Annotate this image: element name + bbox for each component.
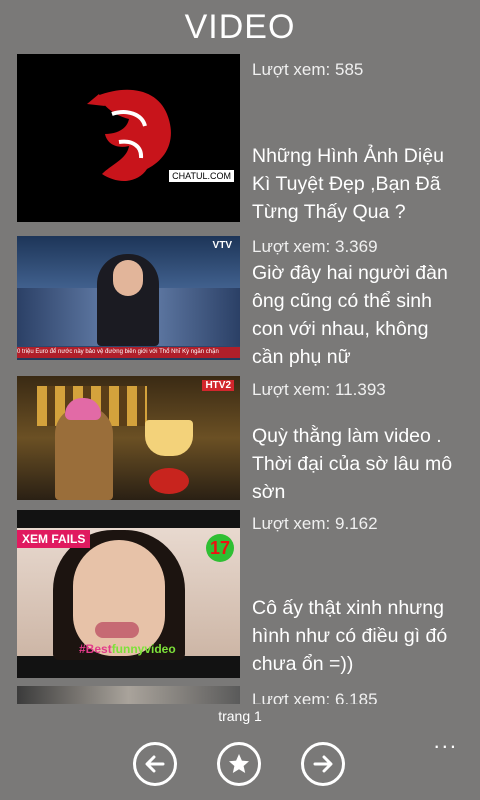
video-item[interactable]: CHATUL.COM Lượt xem: 585 Những Hình Ảnh …	[0, 54, 480, 224]
flower-vase	[149, 468, 189, 494]
lamp	[145, 420, 193, 456]
video-list[interactable]: CHATUL.COM Lượt xem: 585 Những Hình Ảnh …	[0, 54, 480, 704]
video-thumbnail[interactable]: HTV2	[17, 376, 240, 500]
video-title[interactable]: Những Hình Ảnh Diệu Kì Tuyệt Đẹp ,Bạn Đã…	[252, 142, 462, 226]
view-count: Lượt xem: 6.185	[252, 690, 378, 704]
favorite-button[interactable]	[217, 742, 261, 786]
view-count: Lượt xem: 585	[252, 60, 364, 79]
person-hair	[65, 398, 101, 420]
face	[73, 540, 165, 656]
video-item[interactable]: HTV2 Lượt xem: 11.393 Quỳ thằng làm vide…	[0, 376, 480, 503]
page-title: VIDEO	[184, 8, 296, 46]
video-thumbnail[interactable]: CHATUL.COM	[17, 54, 240, 222]
channel-logo: HTV2	[202, 380, 234, 391]
lips	[95, 622, 139, 638]
news-ticker: 0 triệu Euro để nước này bảo vệ đường bi…	[17, 347, 240, 358]
video-title[interactable]: Quỳ thằng làm video . Thời đại của sờ lâ…	[252, 422, 462, 506]
fails-tag: XEM FAILS	[17, 530, 91, 548]
page-indicator: trang 1	[218, 708, 262, 724]
view-count: Lượt xem: 3.369	[252, 237, 378, 256]
caption-hashtag: #Best	[79, 642, 112, 656]
video-title[interactable]: Giờ đây hai người đàn ông cũng có thể si…	[252, 259, 462, 371]
caption-overlay: #Bestfunnyvideo	[79, 642, 176, 656]
star-icon	[229, 754, 249, 773]
video-item[interactable]: VTV 0 triệu Euro để nước này bảo vệ đườn…	[0, 236, 480, 368]
view-count: Lượt xem: 9.162	[252, 514, 378, 533]
video-thumbnail[interactable]	[17, 686, 240, 704]
anchor-face	[113, 260, 143, 296]
video-item[interactable]: Lượt xem: 6.185	[0, 686, 480, 704]
arrow-left-icon	[145, 755, 165, 773]
next-button[interactable]	[301, 742, 345, 786]
video-thumbnail[interactable]: XEM FAILS 17 #Bestfunnyvideo	[17, 510, 240, 678]
previous-button[interactable]	[133, 742, 177, 786]
caption-text: funnyvideo	[111, 642, 176, 656]
thumbnail-watermark: CHATUL.COM	[169, 170, 234, 182]
view-count: Lượt xem: 11.393	[252, 380, 386, 399]
person-figure	[55, 406, 113, 500]
channel-logo: VTV	[212, 240, 232, 251]
more-options-button[interactable]: ...	[434, 728, 458, 754]
horse-logo-image	[87, 89, 171, 181]
video-title[interactable]: Cô ấy thật xinh nhưng hình như có điều g…	[252, 594, 462, 678]
episode-number: 17	[206, 534, 234, 562]
video-item[interactable]: XEM FAILS 17 #Bestfunnyvideo Lượt xem: 9…	[0, 510, 480, 680]
arrow-right-icon	[313, 755, 333, 773]
video-thumbnail[interactable]: VTV 0 triệu Euro để nước này bảo vệ đườn…	[17, 236, 240, 360]
